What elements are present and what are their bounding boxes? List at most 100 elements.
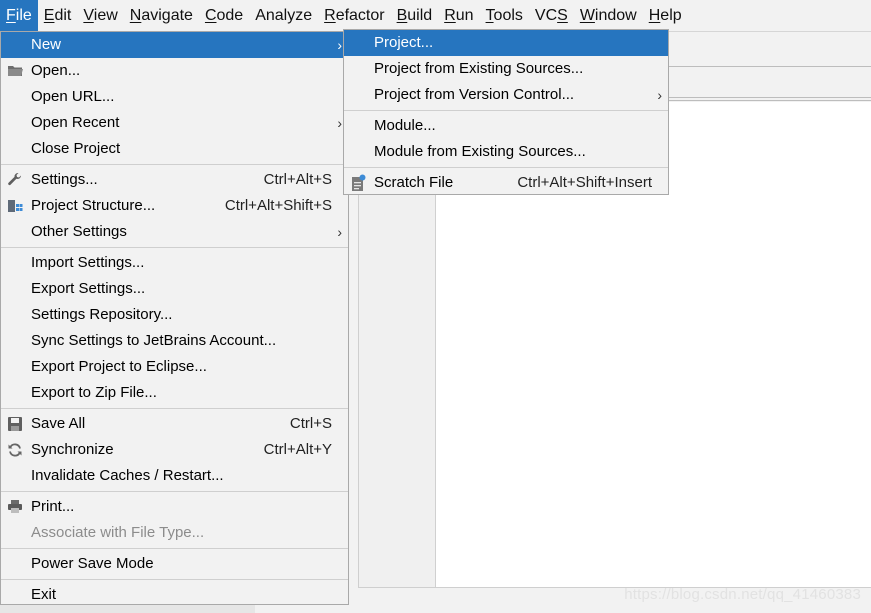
menu-item-label: Synchronize: [31, 441, 114, 458]
menu-item-label: Exit: [31, 586, 57, 603]
file-menu-item-open[interactable]: Open...: [1, 58, 348, 84]
file-menu-item-open-url[interactable]: Open URL...: [1, 84, 348, 110]
menu-label: Refactor: [324, 7, 385, 24]
menu-analyze[interactable]: Analyze: [249, 0, 318, 31]
menu-separator: [1, 548, 348, 549]
menu-item-label: Other Settings: [31, 223, 127, 240]
tabbar-divider: [668, 97, 871, 98]
menu-item-label: Open URL...: [31, 88, 115, 105]
file-menu-item-save-all[interactable]: Save All Ctrl+S: [1, 411, 348, 437]
menu-item-label: Module...: [374, 117, 436, 134]
new-submenu-item-project[interactable]: Project...: [344, 30, 668, 56]
menu-file[interactable]: File: [0, 0, 38, 31]
file-menu-item-open-recent[interactable]: Open Recent ›: [1, 110, 348, 136]
menu-window[interactable]: Window: [574, 0, 643, 31]
shortcut-label: Ctrl+Alt+Shift+S: [224, 197, 332, 214]
menu-item-label: Export Project to Eclipse...: [31, 358, 207, 375]
menu-help[interactable]: Help: [643, 0, 688, 31]
menu-separator: [1, 247, 348, 248]
menu-separator: [1, 491, 348, 492]
new-submenu: Project... Project from Existing Sources.…: [343, 29, 669, 195]
chevron-right-icon: ›: [337, 115, 342, 131]
menu-item-label: New: [31, 36, 62, 53]
menu-separator: [1, 579, 348, 580]
menu-refactor[interactable]: Refactor: [318, 0, 390, 31]
menu-label: Build: [396, 7, 433, 24]
menu-item-label: Module from Existing Sources...: [374, 143, 586, 160]
toolbar-divider: [668, 66, 871, 67]
menu-tools[interactable]: Tools: [480, 0, 529, 31]
menu-edit[interactable]: Edit: [38, 0, 78, 31]
menu-item-label: Open Recent: [31, 114, 120, 131]
shortcut-label: Ctrl+Alt+S: [263, 171, 332, 188]
file-menu-item-synchronize[interactable]: Synchronize Ctrl+Alt+Y: [1, 437, 348, 463]
shortcut-label: Ctrl+Alt+Shift+Insert: [517, 174, 652, 191]
file-menu-item-export-to-zip-file[interactable]: Export to Zip File...: [1, 380, 348, 406]
file-menu-item-export-settings[interactable]: Export Settings...: [1, 276, 348, 302]
menu-code[interactable]: Code: [199, 0, 249, 31]
file-menu-item-other-settings[interactable]: Other Settings ›: [1, 219, 348, 245]
menu-build[interactable]: Build: [391, 0, 439, 31]
menu-label: Edit: [43, 7, 72, 24]
tabbar-divider-2: [668, 100, 871, 101]
menu-label: View: [83, 7, 118, 24]
menu-navigate[interactable]: Navigate: [124, 0, 199, 31]
menu-label: Help: [648, 7, 682, 24]
menu-item-label: Settings Repository...: [31, 306, 173, 323]
file-menu-item-associate-with-file-type: Associate with File Type...: [1, 520, 348, 546]
file-menu-item-exit[interactable]: Exit: [1, 582, 348, 608]
file-menu-item-print[interactable]: Print...: [1, 494, 348, 520]
menu-item-label: Project from Version Control...: [374, 86, 575, 103]
menu-item-label: Scratch File: [374, 174, 454, 191]
new-submenu-item-project-from-version-control[interactable]: Project from Version Control... ›: [344, 82, 668, 108]
menu-bar: File Edit View Navigate Code Analyze Refactor B…: [0, 0, 871, 32]
menu-label: Tools: [485, 7, 523, 24]
file-menu-item-close-project[interactable]: Close Project: [1, 136, 348, 162]
menu-item-label: Import Settings...: [31, 254, 145, 271]
menu-separator: [1, 164, 348, 165]
menu-label: Window: [579, 7, 637, 24]
menu-item-label: Open...: [31, 62, 81, 79]
file-menu-item-new[interactable]: New ›: [1, 32, 348, 58]
file-menu-item-export-project-to-eclipse[interactable]: Export Project to Eclipse...: [1, 354, 348, 380]
new-submenu-item-scratch-file[interactable]: Scratch File Ctrl+Alt+Shift+Insert: [344, 170, 668, 196]
file-menu-item-project-structure[interactable]: Project Structure... Ctrl+Alt+Shift+S: [1, 193, 348, 219]
file-menu-item-power-save-mode[interactable]: Power Save Mode: [1, 551, 348, 577]
menu-item-label: Project from Existing Sources...: [374, 60, 584, 77]
menu-label: Run: [444, 7, 474, 24]
new-submenu-item-project-from-existing-sources[interactable]: Project from Existing Sources...: [344, 56, 668, 82]
menu-item-label: Project Structure...: [31, 197, 156, 214]
watermark: https://blog.csdn.net/qq_41460383: [624, 586, 861, 603]
menu-vcs[interactable]: VCS: [529, 0, 574, 31]
file-menu-item-invalidate-caches-restart[interactable]: Invalidate Caches / Restart...: [1, 463, 348, 489]
chevron-right-icon: ›: [337, 37, 342, 53]
save-icon: [7, 416, 23, 432]
new-submenu-item-module-from-existing-sources[interactable]: Module from Existing Sources...: [344, 139, 668, 165]
menu-item-label: Print...: [31, 498, 75, 515]
chevron-right-icon: ›: [657, 87, 662, 103]
wrench-icon: [7, 172, 23, 188]
file-menu-item-settings[interactable]: Settings... Ctrl+Alt+S: [1, 167, 348, 193]
menu-separator: [1, 408, 348, 409]
menu-item-label: Export to Zip File...: [31, 384, 157, 401]
chevron-right-icon: ›: [337, 224, 342, 240]
menu-run[interactable]: Run: [438, 0, 479, 31]
menu-item-label: Associate with File Type...: [31, 524, 205, 541]
print-icon: [7, 499, 23, 515]
menu-item-label: Invalidate Caches / Restart...: [31, 467, 224, 484]
file-menu-item-sync-settings-to-jetbrains-account[interactable]: Sync Settings to JetBrains Account...: [1, 328, 348, 354]
file-menu-item-import-settings[interactable]: Import Settings...: [1, 250, 348, 276]
shortcut-label: Ctrl+S: [289, 415, 332, 432]
menu-label: File: [6, 7, 32, 24]
menu-item-label: Save All: [31, 415, 86, 432]
file-menu-item-settings-repository[interactable]: Settings Repository...: [1, 302, 348, 328]
menu-item-label: Export Settings...: [31, 280, 146, 297]
menu-label: Navigate: [129, 7, 193, 24]
file-menu: New › Open... Open URL... Open Recent › Close …: [0, 31, 349, 605]
menu-view[interactable]: View: [77, 0, 123, 31]
ide-window: https://blog.csdn.net/qq_41460383 File Ed…: [0, 0, 871, 613]
menu-item-label: Sync Settings to JetBrains Account...: [31, 332, 277, 349]
menu-separator: [344, 110, 668, 111]
new-submenu-item-module[interactable]: Module...: [344, 113, 668, 139]
menu-item-label: Settings...: [31, 171, 98, 188]
